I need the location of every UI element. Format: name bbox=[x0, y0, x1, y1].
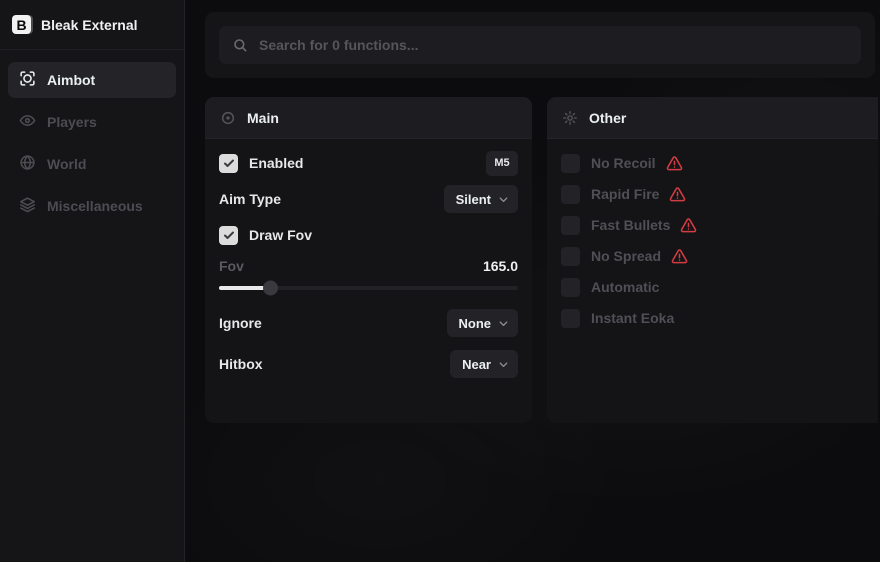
aim-type-value: Silent bbox=[456, 192, 491, 207]
other-panel-title: Other bbox=[589, 110, 626, 126]
aim-type-label: Aim Type bbox=[219, 191, 281, 207]
warning-icon bbox=[671, 248, 688, 265]
other-panel-body: No Recoil Rapid Fire Fast Bullets bbox=[547, 139, 878, 332]
main-panel-title: Main bbox=[247, 110, 279, 126]
aim-type-row: Aim Type Silent bbox=[219, 185, 518, 213]
search-input[interactable] bbox=[259, 37, 848, 53]
ignore-value: None bbox=[459, 316, 492, 331]
app-logo-icon: B bbox=[12, 15, 31, 34]
main-panel-header: Main bbox=[205, 97, 532, 139]
automatic-checkbox[interactable] bbox=[561, 278, 580, 297]
other-item-rapid-fire: Rapid Fire bbox=[561, 180, 864, 208]
fov-row: Fov 165.0 bbox=[219, 257, 518, 275]
target-icon bbox=[220, 110, 236, 126]
globe-icon bbox=[19, 154, 36, 174]
other-item-no-recoil: No Recoil bbox=[561, 149, 864, 177]
draw-fov-row: Draw Fov bbox=[219, 221, 518, 249]
warning-icon bbox=[666, 155, 683, 172]
other-item-instant-eoka: Instant Eoka bbox=[561, 304, 864, 332]
warning-icon bbox=[669, 186, 686, 203]
other-panel: Other No Recoil Rapid Fire bbox=[547, 97, 878, 423]
fov-slider-track[interactable] bbox=[219, 286, 518, 290]
fov-slider-fill bbox=[219, 286, 270, 290]
instant-eoka-checkbox[interactable] bbox=[561, 309, 580, 328]
sidebar-item-players[interactable]: Players bbox=[8, 104, 176, 140]
crosshair-scan-icon bbox=[19, 70, 36, 90]
sidebar: B Bleak External Aimbot Players bbox=[0, 0, 185, 562]
other-panel-header: Other bbox=[547, 97, 878, 139]
sidebar-item-label: Miscellaneous bbox=[47, 198, 143, 214]
app-brand: B Bleak External bbox=[0, 0, 184, 50]
enabled-checkbox[interactable] bbox=[219, 154, 238, 173]
fast-bullets-label: Fast Bullets bbox=[591, 217, 670, 233]
ignore-dropdown[interactable]: None bbox=[447, 309, 519, 337]
chevron-down-icon bbox=[498, 359, 509, 370]
fov-slider-thumb[interactable] bbox=[263, 281, 278, 296]
automatic-label: Automatic bbox=[591, 279, 659, 295]
no-spread-label: No Spread bbox=[591, 248, 661, 264]
ignore-row: Ignore None bbox=[219, 309, 518, 337]
other-item-fast-bullets: Fast Bullets bbox=[561, 211, 864, 239]
other-item-automatic: Automatic bbox=[561, 273, 864, 301]
main-panel-body: Enabled M5 Aim Type Silent Draw Fov bbox=[205, 139, 532, 378]
hitbox-row: Hitbox Near bbox=[219, 350, 518, 378]
fov-slider[interactable] bbox=[219, 281, 518, 295]
no-spread-checkbox[interactable] bbox=[561, 247, 580, 266]
fast-bullets-checkbox[interactable] bbox=[561, 216, 580, 235]
rapid-fire-label: Rapid Fire bbox=[591, 186, 659, 202]
sidebar-nav: Aimbot Players World bbox=[0, 50, 184, 224]
main-panel: Main Enabled M5 Aim Type Silent bbox=[205, 97, 532, 423]
enabled-keybind-button[interactable]: M5 bbox=[486, 151, 518, 176]
draw-fov-label: Draw Fov bbox=[249, 227, 312, 243]
hitbox-label: Hitbox bbox=[219, 356, 263, 372]
no-recoil-checkbox[interactable] bbox=[561, 154, 580, 173]
enabled-row: Enabled M5 bbox=[219, 149, 518, 177]
other-item-no-spread: No Spread bbox=[561, 242, 864, 270]
no-recoil-label: No Recoil bbox=[591, 155, 656, 171]
sidebar-item-miscellaneous[interactable]: Miscellaneous bbox=[8, 188, 176, 224]
search-panel bbox=[205, 12, 875, 78]
enabled-label: Enabled bbox=[249, 155, 303, 171]
draw-fov-checkbox[interactable] bbox=[219, 226, 238, 245]
fov-label: Fov bbox=[219, 258, 244, 274]
search-box[interactable] bbox=[219, 26, 861, 64]
gear-icon bbox=[562, 110, 578, 126]
aim-type-dropdown[interactable]: Silent bbox=[444, 185, 518, 213]
instant-eoka-label: Instant Eoka bbox=[591, 310, 674, 326]
sidebar-item-label: World bbox=[47, 156, 86, 172]
search-icon bbox=[232, 37, 248, 53]
sidebar-item-label: Players bbox=[47, 114, 97, 130]
app-title: Bleak External bbox=[41, 17, 138, 33]
rapid-fire-checkbox[interactable] bbox=[561, 185, 580, 204]
hitbox-dropdown[interactable]: Near bbox=[450, 350, 518, 378]
chevron-down-icon bbox=[498, 318, 509, 329]
fov-value: 165.0 bbox=[483, 258, 518, 274]
hitbox-value: Near bbox=[462, 357, 491, 372]
ignore-label: Ignore bbox=[219, 315, 262, 331]
warning-icon bbox=[680, 217, 697, 234]
sidebar-item-world[interactable]: World bbox=[8, 146, 176, 182]
eye-icon bbox=[19, 112, 36, 132]
sidebar-item-label: Aimbot bbox=[47, 72, 95, 88]
chevron-down-icon bbox=[498, 194, 509, 205]
sidebar-item-aimbot[interactable]: Aimbot bbox=[8, 62, 176, 98]
layers-icon bbox=[19, 196, 36, 216]
